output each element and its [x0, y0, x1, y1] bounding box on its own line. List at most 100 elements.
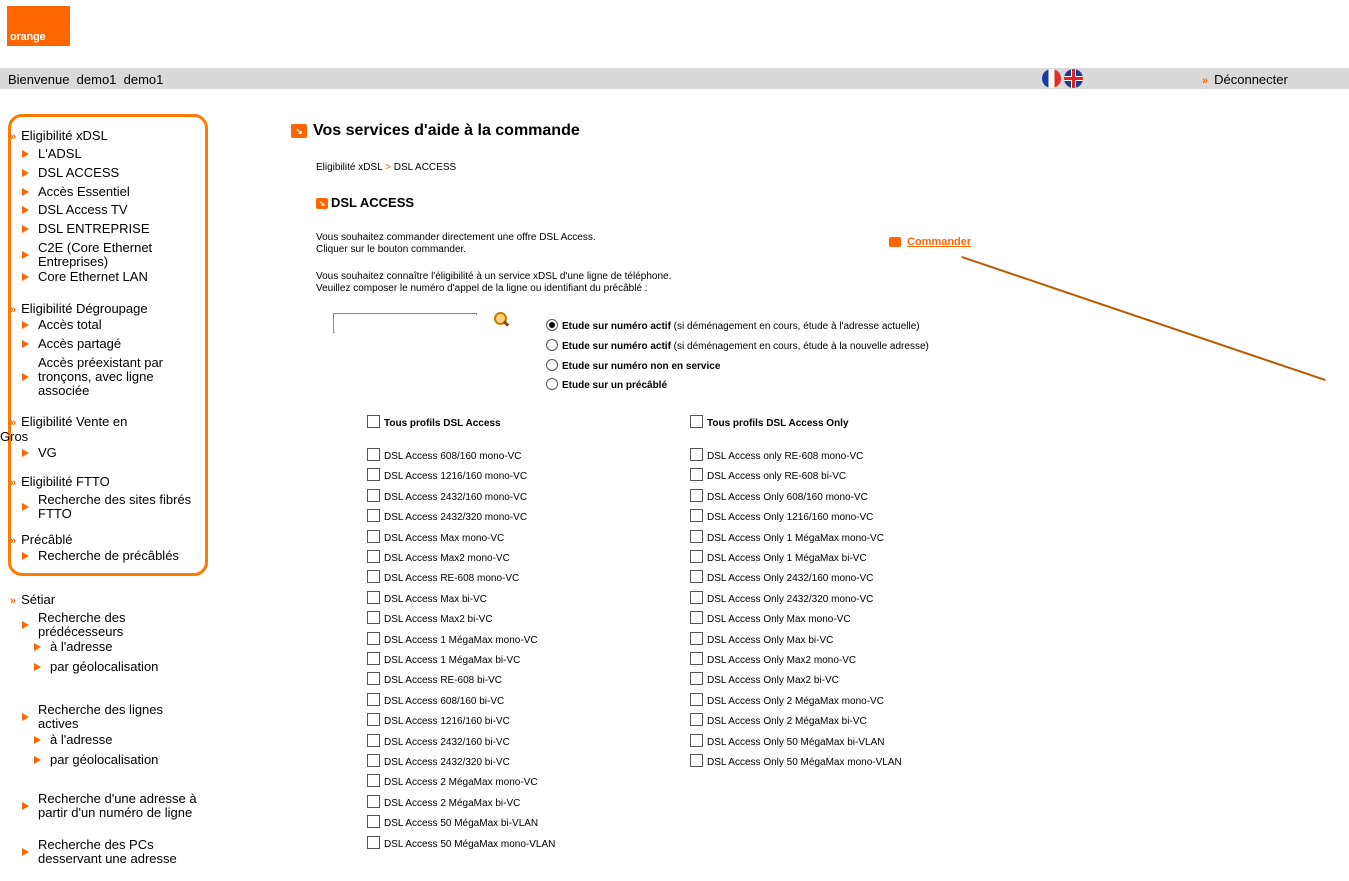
profile-checkbox[interactable]: DSL Access Max mono-VC	[367, 529, 504, 544]
all-dsl-access-only-checkbox[interactable]: Tous profils DSL Access Only	[690, 415, 849, 429]
profile-checkbox[interactable]: DSL Access 2432/160 mono-VC	[367, 488, 527, 503]
checkbox[interactable]	[367, 652, 380, 665]
profile-checkbox[interactable]: DSL Access 50 MégaMax bi-VLAN	[367, 815, 538, 829]
checkbox[interactable]	[367, 713, 380, 727]
profile-checkbox[interactable]: DSL Access RE-608 bi-VC	[367, 672, 502, 686]
profile-checkbox[interactable]: DSL Access 1216/160 bi-VC	[367, 713, 510, 727]
profile-checkbox[interactable]: DSL Access Max2 mono-VC	[367, 550, 510, 564]
profile-only-checkbox[interactable]: DSL Access Only Max2 bi-VC	[690, 672, 839, 686]
profile-checkbox[interactable]: DSL Access RE-608 mono-VC	[367, 570, 519, 584]
checkbox[interactable]	[367, 754, 380, 767]
checkbox[interactable]	[367, 835, 380, 849]
english-flag-icon[interactable]	[1064, 69, 1083, 88]
profile-checkbox[interactable]: DSL Access 2432/320 mono-VC	[367, 509, 527, 523]
radio-button[interactable]	[546, 339, 558, 351]
nav-item[interactable]: Accès partagé	[22, 337, 200, 351]
profile-only-checkbox[interactable]: DSL Access Only 2432/320 mono-VC	[690, 590, 873, 605]
phone-number-field[interactable]	[335, 315, 477, 333]
checkbox[interactable]	[367, 733, 380, 747]
checkbox[interactable]	[367, 415, 380, 428]
checkbox[interactable]	[367, 590, 380, 604]
checkbox[interactable]	[690, 509, 703, 523]
checkbox[interactable]	[690, 415, 703, 428]
checkbox[interactable]	[690, 570, 703, 584]
checkbox[interactable]	[367, 611, 380, 625]
checkbox[interactable]	[690, 652, 703, 665]
profile-checkbox[interactable]: DSL Access 608/160 bi-VC	[367, 692, 504, 707]
nav-item[interactable]: Recherche de précâblés	[22, 549, 200, 563]
nav-item[interactable]: VG	[22, 446, 200, 460]
radio-option[interactable]: Etude sur numéro actif (si déménagement …	[546, 319, 920, 332]
profile-only-checkbox[interactable]: DSL Access Only 2 MégaMax mono-VC	[690, 692, 884, 707]
radio-option[interactable]: Etude sur un précâblé	[546, 378, 667, 391]
nav-item[interactable]: à l'adresse	[34, 640, 184, 654]
nav-item[interactable]: Recherche des sites fibrés FTTO	[22, 493, 200, 521]
checkbox[interactable]	[367, 509, 380, 523]
checkbox[interactable]	[690, 590, 703, 604]
profile-only-checkbox[interactable]: DSL Access only RE-608 mono-VC	[690, 448, 863, 462]
radio-option[interactable]: Etude sur numéro actif (si déménagement …	[546, 339, 929, 352]
profile-checkbox[interactable]: DSL Access Max bi-VC	[367, 590, 487, 605]
nav-item[interactable]: Accès total	[22, 318, 200, 332]
nav-item[interactable]: Recherche des lignes actives	[22, 703, 200, 731]
checkbox[interactable]	[367, 570, 380, 584]
profile-only-checkbox[interactable]: DSL Access Only 50 MégaMax mono-VLAN	[690, 754, 902, 768]
checkbox[interactable]	[367, 815, 380, 829]
nav-group-5[interactable]: » Sétiar	[10, 592, 55, 607]
checkbox[interactable]	[690, 733, 703, 747]
checkbox[interactable]	[690, 713, 703, 727]
nav-item[interactable]: Recherche des PCs desservant une adresse	[22, 838, 200, 866]
checkbox[interactable]	[690, 550, 703, 563]
checkbox[interactable]	[690, 611, 703, 625]
profile-only-checkbox[interactable]: DSL Access Only Max2 mono-VC	[690, 652, 856, 666]
profile-only-checkbox[interactable]: DSL Access Only 1 MégaMax mono-VC	[690, 529, 884, 544]
checkbox[interactable]	[690, 631, 703, 645]
profile-checkbox[interactable]: DSL Access 608/160 mono-VC	[367, 448, 521, 462]
radio-button[interactable]	[546, 319, 558, 331]
nav-item[interactable]: DSL Access TV	[22, 203, 200, 217]
profile-checkbox[interactable]: DSL Access 2432/320 bi-VC	[367, 754, 510, 768]
checkbox[interactable]	[690, 488, 703, 502]
checkbox[interactable]	[367, 774, 380, 788]
search-icon[interactable]	[494, 312, 510, 328]
checkbox[interactable]	[367, 672, 380, 686]
nav-item[interactable]: Recherche d'une adresse à partir d'un nu…	[22, 792, 200, 820]
nav-item[interactable]: L'ADSL	[22, 147, 200, 161]
nav-item[interactable]: Accès Essentiel	[22, 185, 200, 199]
checkbox[interactable]	[367, 468, 380, 482]
checkbox[interactable]	[367, 488, 380, 502]
nav-group-1[interactable]: » Eligibilité Dégroupage	[10, 301, 148, 316]
nav-group-2[interactable]: » Eligibilité Vente en Gros	[0, 414, 150, 444]
nav-item[interactable]: C2E (Core Ethernet Entreprises)	[22, 241, 200, 269]
checkbox[interactable]	[690, 754, 703, 767]
checkbox[interactable]	[367, 692, 380, 706]
commander-link[interactable]: Commander	[889, 236, 971, 248]
profile-checkbox[interactable]: DSL Access 2 MégaMax mono-VC	[367, 774, 538, 788]
checkbox[interactable]	[367, 550, 380, 563]
checkbox[interactable]	[367, 794, 380, 808]
radio-option[interactable]: Etude sur numéro non en service	[546, 359, 720, 372]
nav-item[interactable]: Core Ethernet LAN	[22, 270, 200, 284]
profile-checkbox[interactable]: DSL Access 1 MégaMax bi-VC	[367, 652, 520, 666]
profile-checkbox[interactable]: DSL Access 1216/160 mono-VC	[367, 468, 527, 482]
phone-number-input[interactable]	[333, 313, 477, 333]
profile-checkbox[interactable]: DSL Access 1 MégaMax mono-VC	[367, 631, 538, 646]
nav-item[interactable]: DSL ENTREPRISE	[22, 222, 200, 236]
nav-group-0[interactable]: » Eligibilité xDSL	[10, 128, 108, 143]
checkbox[interactable]	[690, 692, 703, 706]
profile-only-checkbox[interactable]: DSL Access Only 2 MégaMax bi-VC	[690, 713, 867, 727]
profile-checkbox[interactable]: DSL Access Max2 bi-VC	[367, 611, 493, 625]
profile-only-checkbox[interactable]: DSL Access Only Max bi-VC	[690, 631, 833, 646]
profile-checkbox[interactable]: DSL Access 50 MégaMax mono-VLAN	[367, 835, 555, 850]
checkbox[interactable]	[367, 631, 380, 645]
profile-only-checkbox[interactable]: DSL Access Only 50 MégaMax bi-VLAN	[690, 733, 884, 748]
breadcrumb-link[interactable]: Eligibilité xDSL	[316, 162, 382, 173]
radio-button[interactable]	[546, 359, 558, 371]
logout-link[interactable]: » Déconnecter	[1202, 72, 1288, 87]
profile-checkbox[interactable]: DSL Access 2 MégaMax bi-VC	[367, 794, 520, 809]
nav-item[interactable]: Recherche des prédécesseurs	[22, 611, 200, 639]
nav-group-4[interactable]: » Précâblé	[10, 532, 72, 547]
profile-only-checkbox[interactable]: DSL Access Only Max mono-VC	[690, 611, 851, 625]
nav-item[interactable]: DSL ACCESS	[22, 166, 200, 180]
profile-only-checkbox[interactable]: DSL Access only RE-608 bi-VC	[690, 468, 846, 482]
